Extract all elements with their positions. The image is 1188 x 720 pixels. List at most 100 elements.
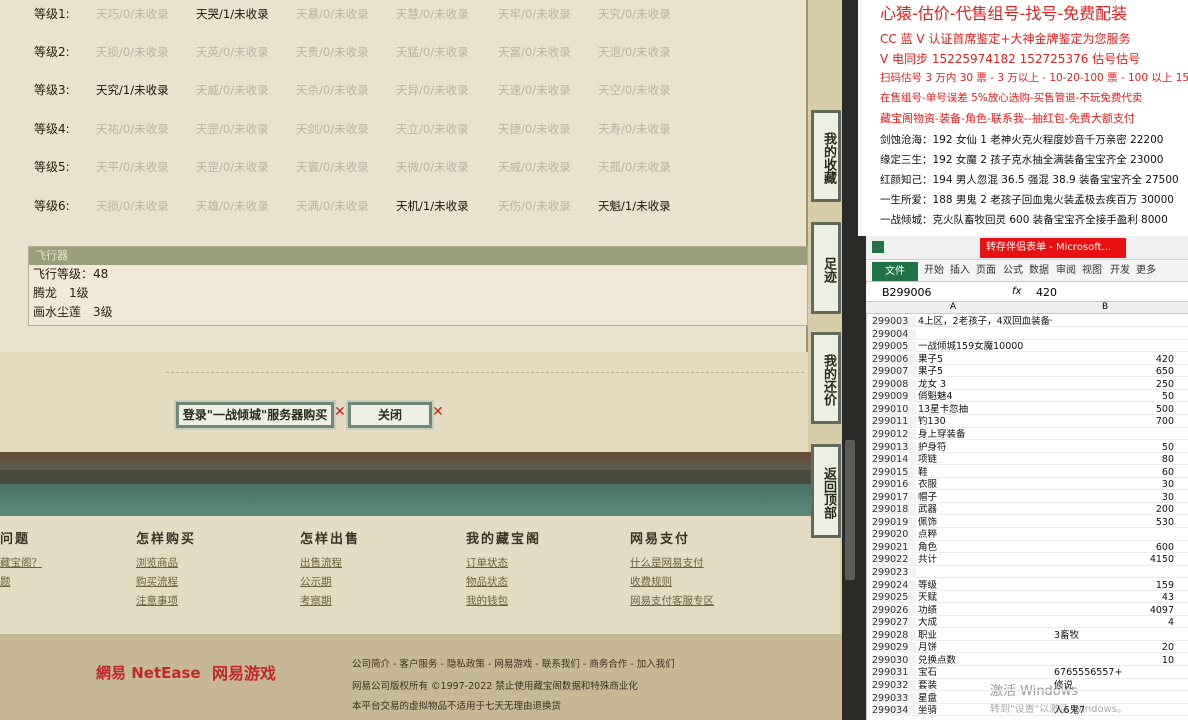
- excel-tab-file[interactable]: 文件: [872, 262, 918, 281]
- excel-tab[interactable]: 公式: [1003, 263, 1023, 279]
- level-cell[interactable]: 天损/0/未收录: [96, 38, 169, 66]
- help-link[interactable]: 浏览商品: [136, 555, 178, 570]
- cell-a[interactable]: 兑换点数: [918, 655, 1052, 666]
- cell-b[interactable]: 650: [1054, 366, 1174, 377]
- level-cell[interactable]: 天威/0/未收录: [196, 76, 269, 104]
- excel-tab[interactable]: 数据: [1029, 263, 1049, 279]
- help-link[interactable]: 公示期: [300, 574, 332, 589]
- level-cell[interactable]: 天寿/0/未收录: [598, 115, 671, 143]
- cell-b[interactable]: 80: [1054, 454, 1174, 465]
- help-link[interactable]: 考察期: [300, 593, 332, 608]
- cell-b[interactable]: 700: [1054, 416, 1174, 427]
- row-number[interactable]: 299034: [872, 705, 916, 717]
- help-link[interactable]: 出售流程: [300, 555, 342, 570]
- cell-reference[interactable]: B299006: [882, 286, 932, 299]
- level-cell[interactable]: 天雄/0/未收录: [196, 192, 269, 220]
- cell-a[interactable]: 衣服: [918, 479, 1052, 490]
- cell-b[interactable]: 30: [1054, 492, 1174, 503]
- cell-a[interactable]: 身上穿装备: [918, 429, 1052, 440]
- level-cell[interactable]: 天捷/0/未收录: [498, 115, 571, 143]
- row-number[interactable]: 299014: [872, 454, 916, 466]
- row-number[interactable]: 299017: [872, 491, 916, 503]
- level-cell[interactable]: 天微/0/未收录: [396, 153, 469, 181]
- row-number[interactable]: 299028: [872, 629, 916, 641]
- level-cell[interactable]: 天牢/0/未收录: [498, 0, 571, 28]
- row-number[interactable]: 299011: [872, 416, 916, 428]
- level-cell[interactable]: 天贵/0/未收录: [296, 38, 369, 66]
- row-number[interactable]: 299019: [872, 516, 916, 528]
- cell-a[interactable]: 项链: [918, 454, 1052, 465]
- cell-b[interactable]: 20: [1054, 642, 1174, 653]
- row-number[interactable]: 299027: [872, 617, 916, 629]
- cell-b[interactable]: 600: [1054, 542, 1174, 553]
- help-link[interactable]: 注意事项: [136, 593, 178, 608]
- level-cell[interactable]: 天巧/0/未收录: [96, 0, 169, 28]
- excel-tab[interactable]: 开发: [1110, 263, 1130, 279]
- cell-b[interactable]: 10: [1054, 655, 1174, 666]
- excel-tab[interactable]: 视图: [1082, 263, 1102, 279]
- level-cell[interactable]: 天祐/0/未收录: [96, 115, 169, 143]
- excel-tab[interactable]: 审阅: [1056, 263, 1076, 279]
- close-button[interactable]: 关闭: [348, 402, 432, 428]
- cell-a[interactable]: 钓130: [918, 416, 1052, 427]
- level-cell[interactable]: 天杀/0/未收录: [296, 76, 369, 104]
- cell-b[interactable]: 3畜牧: [1054, 630, 1174, 641]
- level-cell[interactable]: 天损/0/未收录: [96, 192, 169, 220]
- formula-value[interactable]: 420: [1036, 286, 1057, 299]
- excel-tab[interactable]: 插入: [950, 263, 970, 279]
- cell-b[interactable]: 修说: [1054, 680, 1174, 691]
- cell-a[interactable]: 套装: [918, 680, 1052, 691]
- level-cell[interactable]: 天猛/0/未收录: [396, 38, 469, 66]
- level-cell[interactable]: 天满/0/未收录: [296, 192, 369, 220]
- cell-a[interactable]: 果子5: [918, 366, 1052, 377]
- cell-b[interactable]: 4097: [1054, 605, 1174, 616]
- cell-a[interactable]: 13星卡忽抽: [918, 404, 1052, 415]
- row-number[interactable]: 299005: [872, 341, 916, 353]
- cell-b[interactable]: 4: [1054, 617, 1174, 628]
- level-cell[interactable]: 天退/0/未收录: [598, 38, 671, 66]
- column-a[interactable]: A: [950, 302, 956, 312]
- cell-b[interactable]: 200: [1054, 504, 1174, 515]
- row-number[interactable]: 299030: [872, 654, 916, 666]
- level-cell[interactable]: 天威/0/未收录: [498, 153, 571, 181]
- cell-a[interactable]: 帽子: [918, 492, 1052, 503]
- footer-links[interactable]: 公司简介 - 客户服务 - 隐私政策 - 网易游戏 - 联系我们 - 商务合作 …: [352, 656, 675, 670]
- cell-a[interactable]: 坐骑: [918, 705, 1052, 716]
- row-number[interactable]: 299010: [872, 403, 916, 415]
- help-link[interactable]: 收费规则: [630, 574, 672, 589]
- cell-a[interactable]: 等级: [918, 580, 1052, 591]
- excel-tab[interactable]: 更多: [1136, 263, 1156, 279]
- cell-a[interactable]: 果子5: [918, 354, 1052, 365]
- cell-a[interactable]: 护身符: [918, 442, 1052, 453]
- cell-a[interactable]: 功绩: [918, 605, 1052, 616]
- level-cell[interactable]: 天速/0/未收录: [498, 76, 571, 104]
- cell-b[interactable]: 159: [1054, 580, 1174, 591]
- cell-b[interactable]: 250: [1054, 379, 1174, 390]
- level-cell[interactable]: 天英/0/未收录: [196, 38, 269, 66]
- level-cell[interactable]: 天寰/0/未收录: [296, 153, 369, 181]
- row-number[interactable]: 299004: [872, 328, 916, 340]
- cell-a[interactable]: 俏魁魅4: [918, 391, 1052, 402]
- level-cell[interactable]: 天空/0/未收录: [598, 76, 671, 104]
- help-link[interactable]: 什么是网易支付: [630, 555, 704, 570]
- row-number[interactable]: 299032: [872, 679, 916, 691]
- excel-tab[interactable]: 开始: [924, 263, 944, 279]
- level-cell[interactable]: 天剑/0/未收录: [296, 115, 369, 143]
- cell-b[interactable]: 30: [1054, 479, 1174, 490]
- scrollbar-track[interactable]: [842, 0, 858, 720]
- row-number[interactable]: 299026: [872, 604, 916, 616]
- row-number[interactable]: 299020: [872, 529, 916, 541]
- cell-b[interactable]: 4150: [1054, 554, 1174, 565]
- row-number[interactable]: 299018: [872, 504, 916, 516]
- cell-b[interactable]: 60: [1054, 467, 1174, 478]
- row-number[interactable]: 299023: [872, 567, 916, 578]
- my-favorites-button[interactable]: 我的收藏: [811, 110, 841, 202]
- cell-a[interactable]: 共计: [918, 554, 1052, 565]
- cell-a[interactable]: 星盘: [918, 693, 1052, 704]
- cell-b[interactable]: 530: [1054, 517, 1174, 528]
- cell-b[interactable]: 人6鬼7: [1054, 705, 1174, 716]
- row-number[interactable]: 299025: [872, 592, 916, 604]
- cell-a[interactable]: 龙女 3: [918, 379, 1052, 390]
- level-cell[interactable]: 天伤/0/未收录: [498, 192, 571, 220]
- help-link[interactable]: 购买流程: [136, 574, 178, 589]
